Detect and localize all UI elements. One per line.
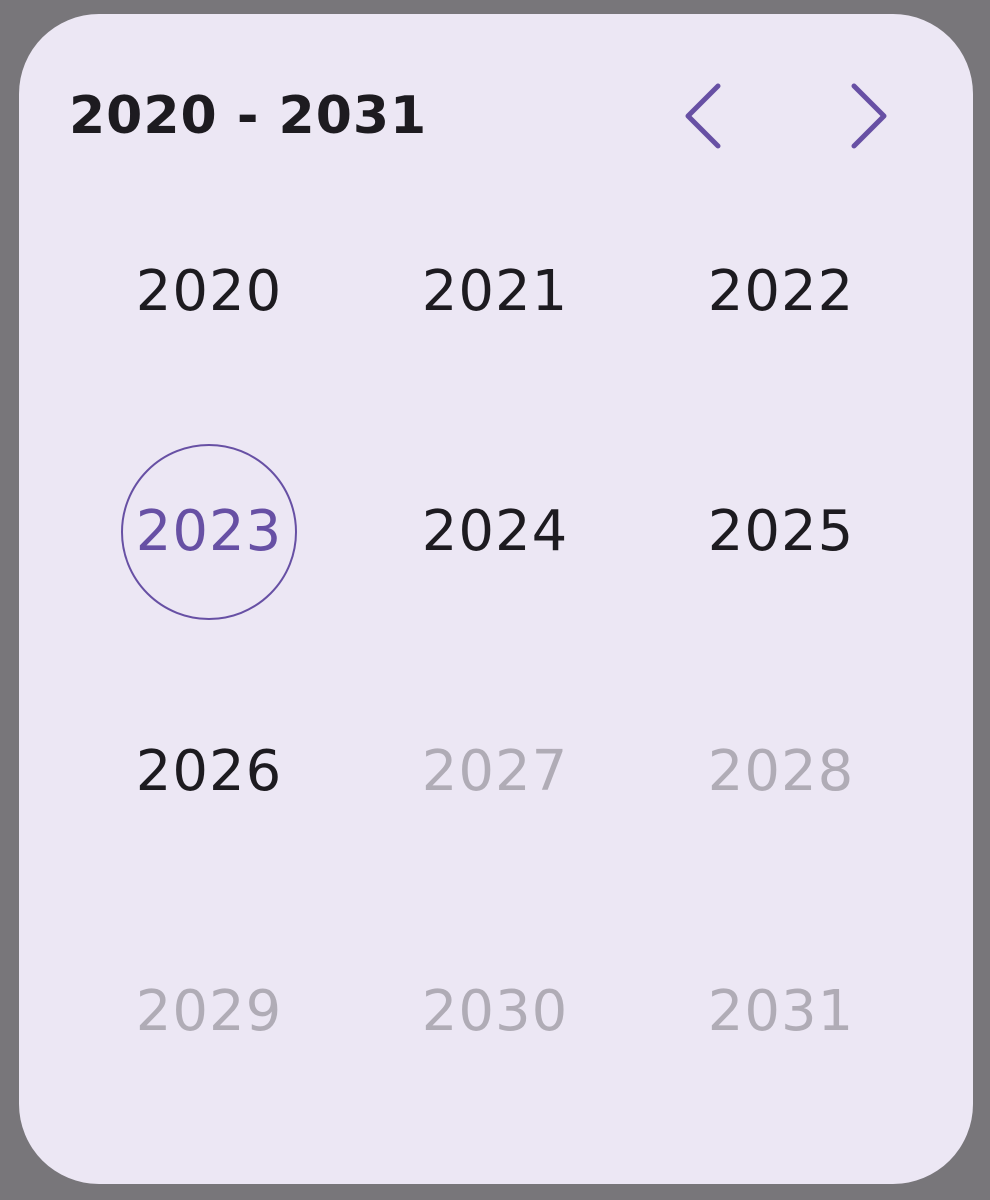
year-label: 2022 (707, 259, 855, 324)
year-label: 2024 (421, 499, 569, 564)
year-cell-2024[interactable]: 2024 (352, 412, 638, 652)
year-range-title: 2020 - 2031 (69, 86, 428, 146)
year-cell-2023-current[interactable]: 2023 (66, 412, 352, 652)
year-label: 2026 (135, 739, 283, 804)
year-label: 2027 (421, 739, 569, 804)
year-label: 2025 (707, 499, 855, 564)
year-cell-2027-disabled: 2027 (352, 652, 638, 892)
year-label: 2028 (707, 739, 855, 804)
next-range-button[interactable] (830, 76, 910, 156)
year-cell-2020[interactable]: 2020 (66, 172, 352, 412)
year-grid: 2020 2021 2022 2023 2024 2025 2026 2027 … (66, 172, 926, 1132)
year-picker-card: 2020 - 2031 2020 2021 2022 2023 2024 202… (19, 14, 973, 1184)
year-cell-2025[interactable]: 2025 (638, 412, 924, 652)
year-label: 2021 (421, 259, 569, 324)
year-cell-2030-disabled: 2030 (352, 892, 638, 1132)
previous-range-button[interactable] (662, 76, 742, 156)
year-cell-2031-disabled: 2031 (638, 892, 924, 1132)
year-label: 2020 (135, 259, 283, 324)
year-label: 2029 (135, 979, 283, 1044)
year-label: 2023 (121, 444, 297, 620)
year-cell-2021[interactable]: 2021 (352, 172, 638, 412)
chevron-right-icon (851, 83, 887, 149)
year-label: 2030 (421, 979, 569, 1044)
year-label: 2031 (707, 979, 855, 1044)
year-cell-2028-disabled: 2028 (638, 652, 924, 892)
year-cell-2026[interactable]: 2026 (66, 652, 352, 892)
year-cell-2022[interactable]: 2022 (638, 172, 924, 412)
chevron-left-icon (685, 83, 721, 149)
year-cell-2029-disabled: 2029 (66, 892, 352, 1132)
